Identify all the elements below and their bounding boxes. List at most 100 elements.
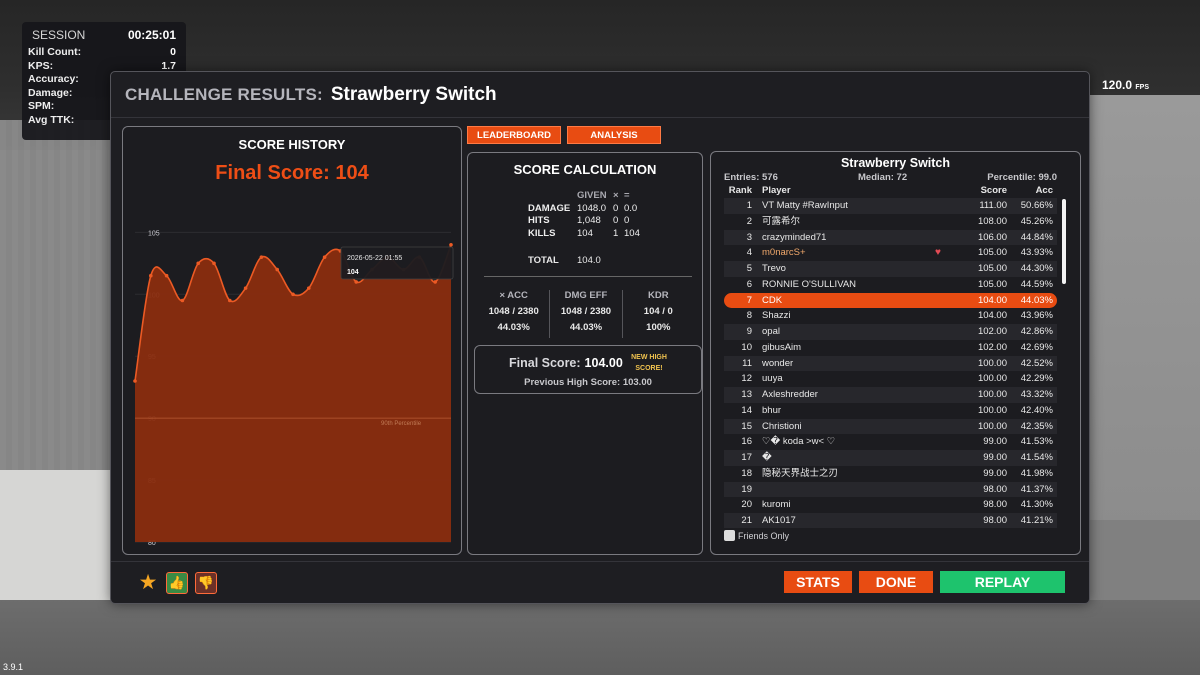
row-accuracy: 42.40% [1020, 404, 1053, 416]
leaderboard-row[interactable]: 15 Christioni 100.00 42.35% [724, 418, 1057, 435]
row-score: 99.00 [983, 452, 1007, 463]
title-prefix: CHALLENGE RESULTS: [125, 85, 323, 104]
bottom-divider [111, 561, 1089, 562]
final-score-label: Final Score: 104 [215, 162, 369, 184]
session-title: SESSION [32, 28, 86, 42]
row-rank: 1 [746, 200, 752, 211]
col-equals: = [624, 190, 630, 201]
chart-point [133, 379, 137, 383]
row-accuracy: 42.29% [1020, 373, 1053, 385]
leaderboard-row[interactable]: 9 opal 102.00 42.86% [724, 324, 1057, 340]
col-acc: Acc [1035, 185, 1053, 196]
leaderboard-panel: Strawberry Switch Entries: 576 Median: 7… [710, 151, 1081, 555]
leaderboard-row[interactable]: 14 bhur 100.00 42.40% [724, 403, 1057, 419]
row-rank: 5 [746, 263, 752, 274]
row-score: 100.00 [977, 389, 1007, 400]
tab-analysis[interactable]: ANALYSIS [567, 126, 661, 144]
friends-only-label: Friends Only [738, 530, 790, 541]
leaderboard-row[interactable]: 17 � 99.00 41.54% [724, 450, 1057, 466]
row-accuracy: 44.30% [1020, 263, 1053, 274]
leaderboard-row[interactable]: 13 Axleshredder 100.00 43.32% [724, 387, 1057, 403]
chart-area-fill [135, 244, 451, 542]
stats-button[interactable]: STATS [784, 571, 852, 593]
player-badge-icon: ♥ [935, 247, 941, 259]
leaderboard-row[interactable]: 4 m0narcS+ ♥ 105.00 43.93% [724, 245, 1057, 261]
calc-stat: KDR 104 / 0 100% [621, 290, 694, 338]
score-history-chart[interactable]: 1051009590858090th Percentile2026-05-22 … [123, 212, 461, 554]
row-rank: 19 [741, 483, 752, 495]
chart-point [275, 267, 279, 272]
row-accuracy: 43.96% [1020, 310, 1053, 322]
score-calculation-heading: SCORE CALCULATION [513, 162, 657, 177]
leaderboard-row[interactable]: 2 可露希尔 108.00 45.26% [724, 214, 1057, 230]
chart-point [433, 280, 438, 284]
calc-stat-ratio: 104 / 0 [643, 306, 673, 317]
leaderboard-row[interactable]: 3 crazyminded71 106.00 44.84% [724, 229, 1057, 246]
leaderboard-row[interactable]: 12 uuya 100.00 42.29% [724, 371, 1057, 387]
leaderboard-row-current-player[interactable]: 7 CDK 104.00 44.03% [724, 292, 1057, 309]
session-row-label: SPM: [28, 100, 55, 113]
friends-only-toggle[interactable]: Friends Only [724, 530, 789, 541]
calc-row-label: KILLS [528, 227, 556, 239]
session-row-label: Accuracy: [28, 73, 79, 86]
leaderboard-row[interactable]: 8 Shazzi 104.00 43.96% [724, 308, 1057, 324]
row-accuracy: 41.30% [1020, 499, 1053, 511]
chart-point [196, 261, 200, 266]
row-player: uuya [762, 373, 783, 385]
final-score-box: Final Score: 104.00 NEW HIGH SCORE! Previ… [474, 345, 702, 394]
chart-point [149, 273, 153, 278]
row-rank: 10 [741, 341, 752, 353]
star-icon[interactable]: ★ [137, 572, 159, 594]
calc-stat-label: DMG EFF [564, 290, 608, 301]
leaderboard-row[interactable]: 11 wonder 100.00 42.52% [724, 355, 1057, 372]
final-score-value: 104.00 [584, 356, 623, 370]
row-accuracy: 42.69% [1020, 341, 1053, 353]
calc-stat-ratio: 1048 / 2380 [488, 306, 539, 317]
leaderboard-rows[interactable]: 1 VT Matty #RawInput 111.00 50.66% 2 可露希尔 108.… [724, 198, 1057, 528]
leaderboard-row[interactable]: 6 RONNIE O'SULLIVAN 105.00 44.59% [724, 277, 1057, 293]
done-button[interactable]: DONE [859, 571, 933, 593]
chart-point [180, 298, 185, 303]
friends-only-checkbox[interactable] [724, 530, 735, 541]
row-rank: 6 [746, 278, 752, 290]
row-player: 隐秘天界战士之刃 [762, 467, 839, 479]
row-score: 105.00 [977, 278, 1007, 290]
row-score: 100.00 [977, 404, 1007, 416]
row-accuracy: 42.86% [1020, 326, 1053, 337]
leaderboard-row[interactable]: 1 VT Matty #RawInput 111.00 50.66% [724, 198, 1057, 214]
row-rank: 16 [741, 436, 752, 448]
row-rank: 14 [741, 404, 752, 416]
leaderboard-row[interactable]: 16 ♡� koda >w< ♡ 99.00 41.53% [724, 434, 1057, 450]
leaderboard-row[interactable]: 19 98.00 41.37% [724, 481, 1057, 498]
leaderboard-columns: Rank Player Score Acc [724, 185, 1057, 197]
session-row-value: 0 [170, 46, 176, 58]
tab-leaderboard[interactable]: LEADERBOARD [467, 126, 561, 144]
entries-count: Entries: 576 [724, 172, 778, 183]
chart-point [322, 255, 327, 259]
leaderboard-row[interactable]: 20 kuromi 98.00 41.30% [724, 497, 1057, 513]
session-row-label: Damage: [28, 86, 73, 99]
calc-row-given: 104 [577, 227, 593, 239]
replay-button[interactable]: REPLAY [940, 571, 1065, 593]
thumbs-up-icon[interactable]: 👍 [166, 572, 188, 594]
calc-stat-ratio: 1048 / 2380 [560, 306, 612, 317]
thumbs-down-icon[interactable]: 👎 [195, 572, 217, 594]
calc-row-result: 0.0 [624, 202, 638, 214]
row-player: CDK [762, 294, 783, 306]
leaderboard-row[interactable]: 10 gibusAim 102.00 42.69% [724, 340, 1057, 356]
row-score: 105.00 [977, 263, 1007, 274]
leaderboard-scrollbar[interactable] [1062, 199, 1066, 284]
leaderboard-title: Strawberry Switch [840, 156, 951, 170]
row-accuracy: 41.21% [1020, 515, 1053, 526]
row-accuracy: 43.93% [1020, 247, 1053, 259]
chart-point [354, 280, 358, 284]
leaderboard-row[interactable]: 5 Trevo 105.00 44.30% [724, 261, 1057, 277]
row-accuracy: 45.26% [1020, 215, 1053, 227]
calc-stat-label: KDR [648, 290, 669, 301]
row-rank: 3 [746, 231, 752, 243]
row-rank: 4 [746, 247, 752, 259]
row-rank: 13 [741, 389, 752, 400]
leaderboard-row[interactable]: 18 隐秘天界战士之刃 99.00 41.98% [724, 466, 1057, 482]
leaderboard-row[interactable]: 21 AK1017 98.00 41.21% [724, 513, 1057, 528]
calc-row: KILLS 104 1 104 [528, 228, 654, 241]
